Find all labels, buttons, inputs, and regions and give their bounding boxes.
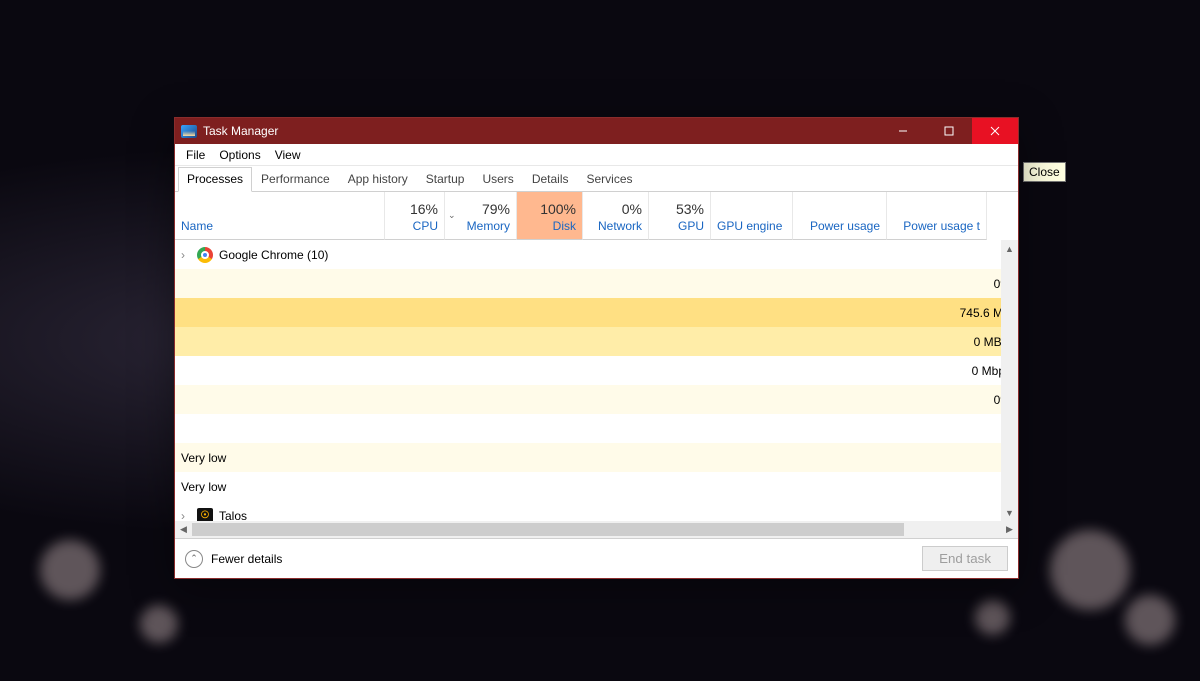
close-tooltip: Close bbox=[1023, 162, 1066, 182]
app-icon bbox=[181, 125, 197, 138]
horizontal-scrollbar[interactable]: ◀ ▶ bbox=[175, 521, 1018, 538]
col-memory[interactable]: ⌄79%Memory bbox=[445, 192, 517, 240]
tab-details[interactable]: Details bbox=[523, 167, 578, 192]
network-cell: 0 Mbps bbox=[175, 356, 1018, 385]
col-power-trend[interactable]: Power usage t bbox=[887, 192, 987, 240]
titlebar[interactable]: Task Manager bbox=[175, 118, 1018, 144]
col-network[interactable]: 0%Network bbox=[583, 192, 649, 240]
col-gpu-engine[interactable]: GPU engine bbox=[711, 192, 793, 240]
tab-app-history[interactable]: App history bbox=[339, 167, 417, 192]
footer-bar: ⌃ Fewer details End task bbox=[175, 538, 1018, 578]
hscroll-thumb[interactable] bbox=[192, 523, 904, 536]
gpu-cell: 0% bbox=[175, 385, 1018, 414]
menu-file[interactable]: File bbox=[179, 145, 212, 165]
process-name-cell[interactable]: › Google Chrome (10) bbox=[175, 240, 1018, 269]
disk-cell: 0 MB/s bbox=[175, 327, 1018, 356]
process-name: Google Chrome (10) bbox=[219, 248, 328, 262]
window-title: Task Manager bbox=[203, 124, 278, 138]
minimize-button[interactable] bbox=[880, 118, 926, 144]
menu-view[interactable]: View bbox=[268, 145, 308, 165]
col-name[interactable]: Name bbox=[175, 192, 385, 240]
tab-performance[interactable]: Performance bbox=[252, 167, 339, 192]
scroll-down-icon[interactable]: ▼ bbox=[1001, 504, 1018, 521]
col-gpu[interactable]: 53%GPU bbox=[649, 192, 711, 240]
menu-options[interactable]: Options bbox=[212, 145, 267, 165]
expand-chevron-icon[interactable]: › bbox=[181, 248, 191, 262]
scroll-right-icon[interactable]: ▶ bbox=[1001, 521, 1018, 538]
end-task-button[interactable]: End task bbox=[922, 546, 1008, 571]
sort-chevron-icon: ⌄ bbox=[448, 210, 456, 221]
task-manager-window: Task Manager File Options View Processes… bbox=[174, 117, 1019, 579]
tab-users[interactable]: Users bbox=[473, 167, 522, 192]
tab-bar: Processes Performance App history Startu… bbox=[175, 166, 1018, 192]
fewer-details-link[interactable]: Fewer details bbox=[211, 552, 282, 566]
tab-processes[interactable]: Processes bbox=[178, 167, 252, 192]
maximize-button[interactable] bbox=[926, 118, 972, 144]
expand-chevron-icon[interactable]: › bbox=[181, 509, 191, 522]
cpu-cell: 0% bbox=[175, 269, 1018, 298]
power-cell: Very low bbox=[175, 443, 1018, 472]
menu-bar: File Options View bbox=[175, 144, 1018, 166]
talos-icon: ☉ bbox=[197, 508, 213, 522]
process-name: Talos bbox=[219, 509, 247, 522]
scroll-left-icon[interactable]: ◀ bbox=[175, 521, 192, 538]
vertical-scrollbar[interactable]: ▲ ▼ bbox=[1001, 240, 1018, 521]
memory-cell: 745.6 MB bbox=[175, 298, 1018, 327]
tab-startup[interactable]: Startup bbox=[417, 167, 474, 192]
close-button[interactable] bbox=[972, 118, 1018, 144]
fewer-details-chevron-icon[interactable]: ⌃ bbox=[185, 550, 203, 568]
chrome-icon bbox=[197, 247, 213, 263]
tab-services[interactable]: Services bbox=[578, 167, 642, 192]
process-name-cell[interactable]: › ☉ Talos bbox=[175, 501, 1018, 521]
gpu-engine-cell bbox=[175, 414, 1018, 443]
scroll-up-icon[interactable]: ▲ bbox=[1001, 240, 1018, 257]
process-table: Name 16%CPU ⌄79%Memory 100%Disk 0%Networ… bbox=[175, 192, 1018, 521]
power-trend-cell: Very low bbox=[175, 472, 1018, 501]
col-disk[interactable]: 100%Disk bbox=[517, 192, 583, 240]
col-power[interactable]: Power usage bbox=[793, 192, 887, 240]
column-headers: Name 16%CPU ⌄79%Memory 100%Disk 0%Networ… bbox=[175, 192, 1018, 240]
col-cpu[interactable]: 16%CPU bbox=[385, 192, 445, 240]
